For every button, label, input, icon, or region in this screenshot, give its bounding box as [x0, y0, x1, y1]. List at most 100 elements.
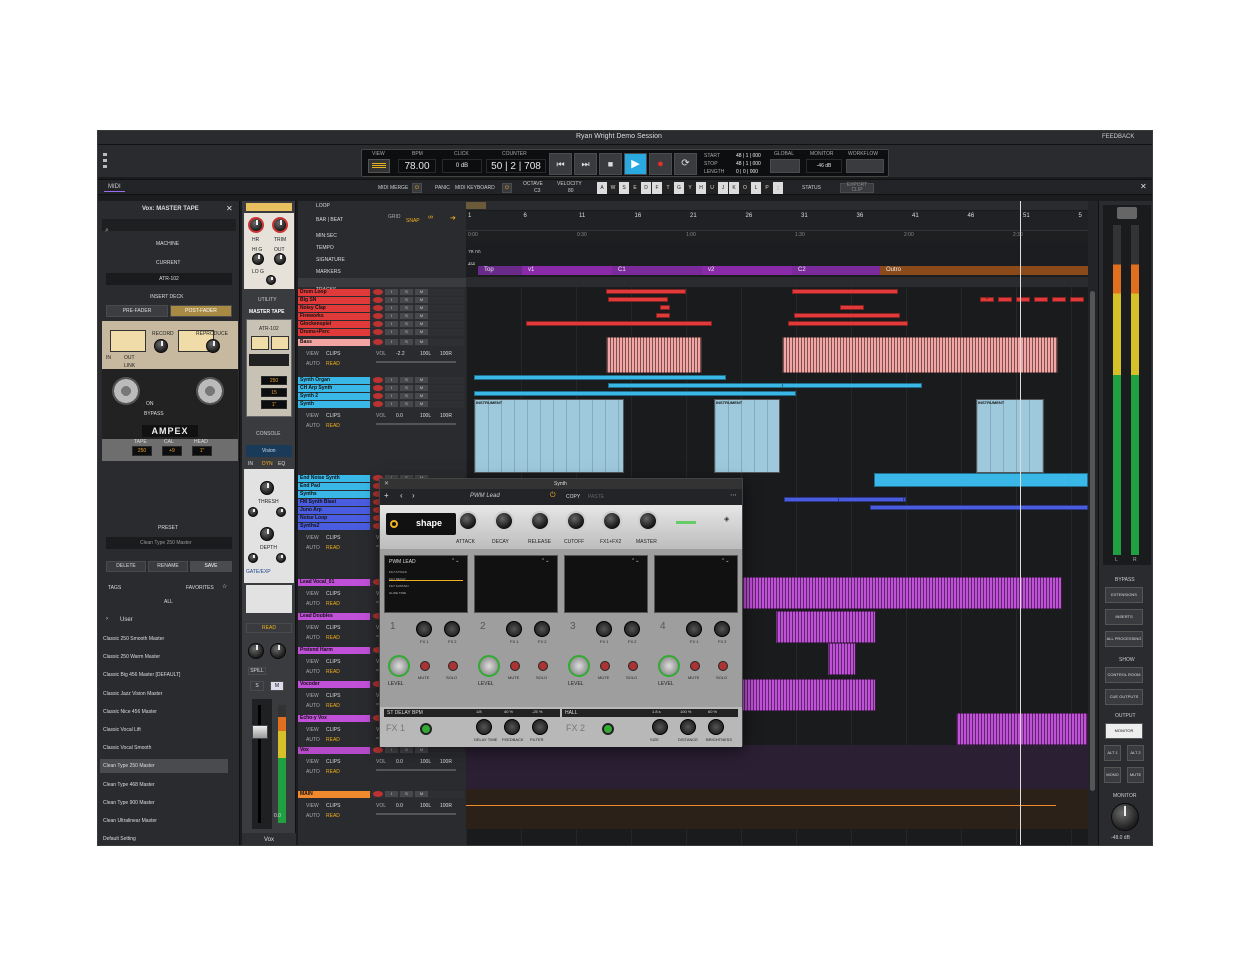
input-monitor-button[interactable]: I: [385, 385, 398, 391]
mute-button[interactable]: M: [415, 321, 428, 327]
clip[interactable]: [986, 297, 988, 299]
view-label[interactable]: VIEW: [306, 759, 319, 765]
lo-g-knob[interactable]: [266, 275, 276, 285]
auto-value[interactable]: READ: [326, 545, 340, 551]
gate-knob-1[interactable]: [248, 553, 258, 563]
midi-key[interactable]: L: [751, 182, 761, 194]
clip[interactable]: [660, 305, 670, 310]
record-arm-button[interactable]: [373, 747, 383, 753]
clip[interactable]: [870, 505, 1088, 510]
master-tape-insert[interactable]: ATR-102 250 15 1": [246, 319, 292, 417]
record-arm-button[interactable]: [373, 401, 383, 407]
auto-label[interactable]: AUTO: [306, 703, 320, 709]
paste-button[interactable]: PASTE: [588, 494, 604, 500]
macro-knob[interactable]: [638, 511, 658, 531]
track-name[interactable]: Drums+Perc: [298, 329, 370, 336]
save-button[interactable]: SAVE: [190, 561, 232, 572]
mute-toggle[interactable]: [600, 661, 610, 671]
strip-dyn-button[interactable]: DYN: [262, 461, 273, 467]
auto-value[interactable]: READ: [326, 423, 340, 429]
fx1-send-knob[interactable]: [596, 621, 612, 637]
fx2-send-label[interactable]: FX 2: [448, 639, 456, 644]
spill-button[interactable]: SPILL: [248, 667, 266, 675]
next-preset-icon[interactable]: ›: [412, 491, 415, 500]
midi-key[interactable]: H: [696, 182, 706, 194]
track-name[interactable]: Synths2: [298, 523, 370, 530]
volume-slider[interactable]: [376, 769, 456, 771]
show-control-room-button[interactable]: CONTROL ROOM: [1105, 667, 1143, 683]
view-value[interactable]: CLIPS: [326, 591, 340, 597]
time-ruler[interactable]: 0:00 0:30 1:00 1:30 2:00 2:30: [466, 231, 1088, 241]
loop-region[interactable]: [466, 202, 486, 209]
mute-button[interactable]: M: [415, 393, 428, 399]
track-controls[interactable]: ISM: [370, 305, 464, 312]
fx-knob-label[interactable]: FILTER: [530, 737, 543, 742]
add-icon[interactable]: +: [384, 491, 389, 500]
marker[interactable]: Outro: [880, 266, 1088, 275]
input-monitor-button[interactable]: I: [385, 289, 398, 295]
preset-item[interactable]: Classic 250 Warm Master: [100, 650, 228, 664]
bar-number[interactable]: 5: [1079, 213, 1082, 219]
track-name[interactable]: Bass: [298, 339, 370, 346]
solo-button[interactable]: S: [400, 297, 413, 303]
record-arm-button[interactable]: [373, 313, 383, 319]
midi-key[interactable]: E: [630, 182, 640, 194]
track-detail[interactable]: VIEW CLIPS AUTO READ VOL 0.0 100L 100R: [298, 755, 464, 785]
bar-number[interactable]: 41: [912, 213, 919, 219]
slot-2[interactable]: ⌃⌄: [474, 555, 558, 613]
midi-key[interactable]: P: [762, 182, 772, 194]
midi-merge-toggle[interactable]: ⏻: [412, 183, 422, 193]
global-button[interactable]: [770, 159, 800, 173]
record-arm-button[interactable]: [373, 321, 383, 327]
track-name[interactable]: Glockenspiel: [298, 321, 370, 328]
record-arm-button[interactable]: [373, 339, 383, 345]
prev-preset-icon[interactable]: ‹: [400, 491, 403, 500]
pan-right[interactable]: 100R: [440, 351, 452, 357]
clip[interactable]: [474, 391, 796, 396]
clip[interactable]: [838, 497, 904, 502]
level-knob[interactable]: [658, 655, 680, 677]
cal-value[interactable]: +9: [162, 446, 182, 456]
midi-key[interactable]: S: [619, 182, 629, 194]
counter-display[interactable]: 50 | 2 | 708: [486, 159, 546, 173]
preset-item[interactable]: Classic Jazz Vision Master: [100, 687, 228, 701]
midi-key[interactable]: F: [652, 182, 662, 194]
view-label[interactable]: VIEW: [306, 625, 319, 631]
fx2-send-label[interactable]: FX 2: [538, 639, 546, 644]
instrument-label[interactable]: INSTRUMENT: [716, 400, 742, 405]
track-name[interactable]: End Noise Synth: [298, 475, 370, 482]
slot-number[interactable]: 2: [480, 621, 486, 632]
vol-label[interactable]: VOL: [376, 351, 386, 357]
bass-clip[interactable]: [782, 337, 1058, 373]
head-value[interactable]: 1": [192, 446, 212, 456]
mute-button[interactable]: M: [415, 377, 428, 383]
snap-button[interactable]: SNAP: [406, 218, 420, 224]
vol-value[interactable]: 0.0: [396, 803, 403, 809]
time-number[interactable]: 1:00: [686, 232, 696, 238]
vox-lane[interactable]: [466, 745, 1088, 789]
monitor-mute-button[interactable]: MUTE: [1127, 767, 1144, 783]
auto-label[interactable]: AUTO: [306, 669, 320, 675]
fx-knob[interactable]: [708, 719, 724, 735]
mute-toggle[interactable]: [420, 661, 430, 671]
track-name[interactable]: Synth Organ: [298, 377, 370, 384]
trim-knob[interactable]: [272, 217, 288, 233]
record-knob[interactable]: [154, 339, 168, 353]
fx2-send-label[interactable]: FX 2: [628, 639, 636, 644]
dyn-knob-1[interactable]: [248, 507, 258, 517]
preset-field[interactable]: Clean Type 250 Master: [106, 537, 232, 549]
view-label[interactable]: VIEW: [306, 413, 319, 419]
input-monitor-button[interactable]: I: [385, 305, 398, 311]
mute-label[interactable]: MUTE: [418, 675, 429, 680]
bar-number[interactable]: 51: [1023, 213, 1030, 219]
midi-key[interactable]: O: [740, 182, 750, 194]
plugin-close-icon[interactable]: ✕: [384, 480, 389, 487]
track-name[interactable]: FM Synth Blast: [298, 499, 370, 506]
solo-button[interactable]: S: [400, 747, 413, 753]
preset-item[interactable]: Classic Vocal Smooth: [100, 741, 228, 755]
auto-label[interactable]: AUTO: [306, 635, 320, 641]
input-monitor-button[interactable]: I: [385, 791, 398, 797]
clip[interactable]: [526, 321, 712, 326]
mute-button[interactable]: M: [415, 297, 428, 303]
show-cue-outputs-button[interactable]: CUE OUTPUTS: [1105, 689, 1143, 705]
